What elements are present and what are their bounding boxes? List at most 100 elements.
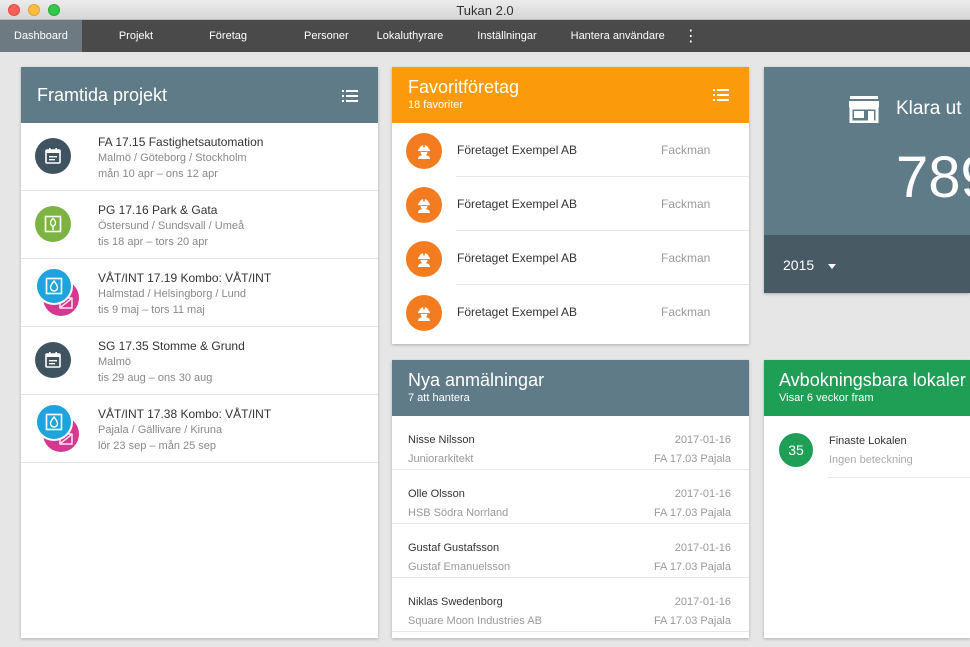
main-nav: Dashboard Projekt Företag Personer Lokal…: [0, 20, 970, 52]
registration-date: 2017-01-16: [674, 488, 731, 500]
nav-item-personer[interactable]: Personer: [275, 20, 363, 52]
company-role: Fackman: [661, 251, 711, 265]
project-title: PG 17.16 Park & Gata: [98, 203, 218, 217]
registrant-company: Gustaf Emanuelsson: [408, 561, 511, 573]
registration-project: FA 17.03 Pajala: [653, 615, 731, 627]
list-icon[interactable]: [342, 90, 358, 102]
calendar-icon: [35, 342, 71, 378]
nav-item-dashboard[interactable]: Dashboard: [0, 20, 82, 52]
new-registrations-card: Nya anmälningar 7 att hantera Nisse Nils…: [392, 360, 749, 638]
project-dates: tis 29 aug – ons 30 aug: [98, 372, 213, 384]
registrant-company: HSB Södra Norrland: [408, 507, 509, 519]
venue-count-badge: 35: [779, 433, 813, 467]
project-cities: Halmstad / Helsingborg / Lund: [98, 288, 246, 300]
registration-item[interactable]: Olle Olsson HSB Södra Norrland 2017-01-1…: [392, 470, 749, 524]
favorite-company-item[interactable]: Företaget Exempel AB Fackman: [392, 285, 749, 339]
stat-label: Klara ut: [896, 98, 962, 119]
registration-item[interactable]: Nisse Nilsson Juniorarkitekt 2017-01-16 …: [392, 416, 749, 470]
calendar-icon: [35, 138, 71, 174]
project-dates: tis 9 maj – tors 11 maj: [98, 304, 205, 316]
stat-value: 789: [896, 145, 970, 210]
registrant-name: Gustaf Gustafsson: [408, 542, 500, 554]
completed-rentals-card: Klara ut 789 2015: [764, 67, 970, 293]
company-name: Företaget Exempel AB: [457, 305, 578, 319]
favorite-company-item[interactable]: Företaget Exempel AB Fackman: [392, 231, 749, 285]
favorite-company-item[interactable]: Företaget Exempel AB Fackman: [392, 177, 749, 231]
registration-project: FA 17.03 Pajala: [653, 561, 731, 573]
company-role: Fackman: [661, 143, 711, 157]
list-icon[interactable]: [713, 89, 729, 101]
registration-item[interactable]: Niklas Swedenborg Square Moon Industries…: [392, 578, 749, 632]
project-title: SG 17.35 Stomme & Grund: [98, 339, 245, 353]
registration-project: FA 17.03 Pajala: [653, 453, 731, 465]
registrant-name: Niklas Swedenborg: [408, 596, 503, 608]
favorite-companies-card: Favoritföretag 18 favoriter Företaget Ex…: [392, 67, 749, 344]
project-dates: tis 18 apr – tors 20 apr: [98, 236, 209, 248]
new-registrations-subtitle: 7 att hantera: [408, 392, 470, 404]
project-list-item[interactable]: VÅT/INT 17.19 Kombo: VÅT/INT Halmstad / …: [21, 259, 378, 327]
bookable-venues-header: Avbokningsbara lokaler Visar 6 veckor fr…: [764, 360, 970, 416]
company-name: Företaget Exempel AB: [457, 143, 578, 157]
project-list-item[interactable]: SG 17.35 Stomme & Grund Malmö tis 29 aug…: [21, 327, 378, 395]
project-title: FA 17.15 Fastighetsautomation: [98, 135, 264, 149]
nav-item-projekt[interactable]: Projekt: [82, 20, 183, 52]
window-title: Tukan 2.0: [456, 3, 514, 18]
water-drop-icon: [35, 403, 73, 441]
nav-item-lokaluthyrare[interactable]: Lokaluthyrare: [363, 20, 458, 52]
worker-icon: [406, 241, 442, 277]
registrant-name: Nisse Nilsson: [408, 434, 475, 446]
new-registrations-title: Nya anmälningar: [408, 370, 545, 390]
project-cities: Pajala / Gällivare / Kiruna: [98, 424, 223, 436]
new-registrations-header: Nya anmälningar 7 att hantera: [392, 360, 749, 416]
project-list-item[interactable]: PG 17.16 Park & Gata Östersund / Sundsva…: [21, 191, 378, 259]
future-projects-title: Framtida projekt: [37, 85, 168, 105]
favorite-companies-header: Favoritföretag 18 favoriter: [392, 67, 749, 123]
nav-item-foretag[interactable]: Företag: [183, 20, 275, 52]
tree-icon: [35, 206, 71, 242]
registration-project: FA 17.03 Pajala: [653, 507, 731, 519]
future-projects-header: Framtida projekt: [21, 67, 378, 123]
venue-name: Finaste Lokalen: [829, 435, 907, 447]
stat-body: Klara ut 789: [764, 67, 970, 235]
project-cities: Malmö: [98, 356, 132, 368]
year-selector[interactable]: 2015: [764, 235, 970, 293]
caret-down-icon[interactable]: [828, 264, 836, 269]
more-vertical-icon[interactable]: ⋮: [673, 20, 709, 52]
venue-item[interactable]: 35 Finaste Lokalen Ingen beteckning: [764, 416, 970, 478]
bookable-venues-card: Avbokningsbara lokaler Visar 6 veckor fr…: [764, 360, 970, 638]
bookable-venues-subtitle: Visar 6 veckor fram: [779, 392, 874, 404]
project-dates: mån 10 apr – ons 12 apr: [98, 168, 218, 180]
company-name: Företaget Exempel AB: [457, 197, 578, 211]
worker-icon: [406, 295, 442, 331]
project-cities: Östersund / Sundsvall / Umeå: [98, 220, 245, 232]
company-role: Fackman: [661, 197, 711, 211]
bookable-venues-title: Avbokningsbara lokaler: [779, 370, 966, 390]
water-drop-icon: [35, 267, 73, 305]
registration-date: 2017-01-16: [674, 596, 731, 608]
company-name: Företaget Exempel AB: [457, 251, 578, 265]
nav-item-installningar[interactable]: Inställningar: [457, 20, 552, 52]
company-role: Fackman: [661, 305, 711, 319]
favorite-company-item[interactable]: Företaget Exempel AB Fackman: [392, 123, 749, 177]
registration-date: 2017-01-16: [674, 434, 731, 446]
project-list-item[interactable]: FA 17.15 Fastighetsautomation Malmö / Gö…: [21, 123, 378, 191]
nav-item-hantera-anvandare[interactable]: Hantera användare: [553, 20, 673, 52]
worker-icon: [406, 133, 442, 169]
year-value: 2015: [783, 257, 815, 273]
project-list-item[interactable]: VÅT/INT 17.38 Kombo: VÅT/INT Pajala / Gä…: [21, 395, 378, 463]
registration-item[interactable]: Gustaf Gustafsson Gustaf Emanuelsson 201…: [392, 524, 749, 578]
registration-date: 2017-01-16: [674, 542, 731, 554]
window-titlebar: Tukan 2.0: [0, 0, 970, 20]
worker-icon: [406, 187, 442, 223]
registrant-company: Square Moon Industries AB: [408, 615, 542, 627]
project-cities: Malmö / Göteborg / Stockholm: [98, 152, 247, 164]
project-title: VÅT/INT 17.38 Kombo: VÅT/INT: [98, 407, 272, 421]
favorite-companies-title: Favoritföretag: [408, 77, 520, 97]
venue-designation: Ingen beteckning: [829, 454, 913, 466]
project-dates: lör 23 sep – mån 25 sep: [98, 440, 217, 452]
store-icon: [848, 95, 880, 124]
registrant-name: Olle Olsson: [408, 488, 465, 500]
registrant-company: Juniorarkitekt: [408, 453, 474, 465]
project-title: VÅT/INT 17.19 Kombo: VÅT/INT: [98, 271, 272, 285]
favorite-companies-subtitle: 18 favoriter: [408, 99, 464, 111]
